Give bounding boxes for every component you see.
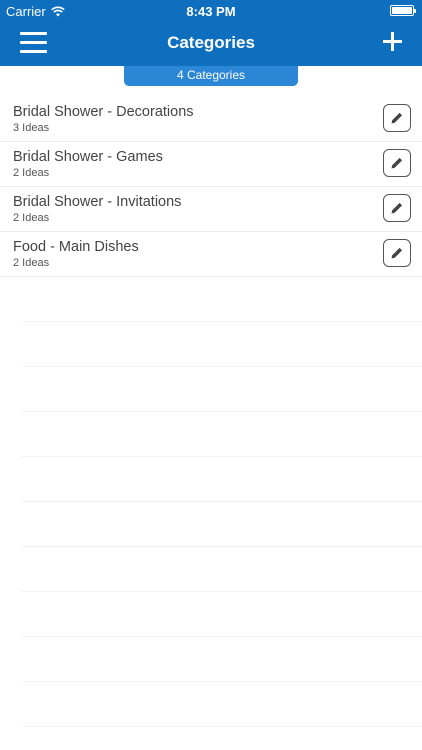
- divider: [22, 592, 422, 637]
- status-bar: Carrier 8:43 PM: [0, 0, 422, 22]
- list-item[interactable]: Bridal Shower - Games 2 Ideas: [0, 142, 422, 187]
- list-item[interactable]: Food - Main Dishes 2 Ideas: [0, 232, 422, 277]
- add-category-button[interactable]: [383, 32, 402, 51]
- nav-bar: Categories: [0, 22, 422, 66]
- app-header: Carrier 8:43 PM Categories: [0, 0, 422, 66]
- category-idea-count: 3 Ideas: [13, 122, 50, 134]
- edit-button[interactable]: [383, 239, 411, 267]
- category-title: Bridal Shower - Decorations: [13, 104, 194, 120]
- edit-button[interactable]: [383, 194, 411, 222]
- category-list: Bridal Shower - Decorations 3 Ideas Brid…: [0, 97, 422, 277]
- divider: [22, 682, 422, 727]
- divider: [22, 457, 422, 502]
- category-title: Bridal Shower - Invitations: [13, 194, 182, 210]
- category-idea-count: 2 Ideas: [13, 212, 50, 224]
- page-title: Categories: [167, 33, 255, 52]
- pencil-icon: [391, 157, 403, 169]
- edit-button[interactable]: [383, 104, 411, 132]
- divider: [22, 277, 422, 322]
- list-item[interactable]: Bridal Shower - Decorations 3 Ideas: [0, 97, 422, 142]
- category-idea-count: 2 Ideas: [13, 257, 50, 269]
- category-title: Bridal Shower - Games: [13, 149, 163, 165]
- pencil-icon: [391, 202, 403, 214]
- divider: [22, 502, 422, 547]
- divider: [22, 412, 422, 457]
- divider: [22, 637, 422, 682]
- list-item[interactable]: Bridal Shower - Invitations 2 Ideas: [0, 187, 422, 232]
- edit-button[interactable]: [383, 149, 411, 177]
- empty-list-area: [0, 277, 422, 727]
- divider: [22, 547, 422, 592]
- category-idea-count: 2 Ideas: [13, 167, 50, 179]
- divider: [22, 322, 422, 367]
- category-count-badge: 4 Categories: [124, 66, 298, 86]
- battery-icon: [390, 5, 416, 16]
- category-title: Food - Main Dishes: [13, 239, 139, 255]
- divider: [22, 367, 422, 412]
- pencil-icon: [391, 112, 403, 124]
- pencil-icon: [391, 247, 403, 259]
- status-time: 8:43 PM: [186, 4, 236, 19]
